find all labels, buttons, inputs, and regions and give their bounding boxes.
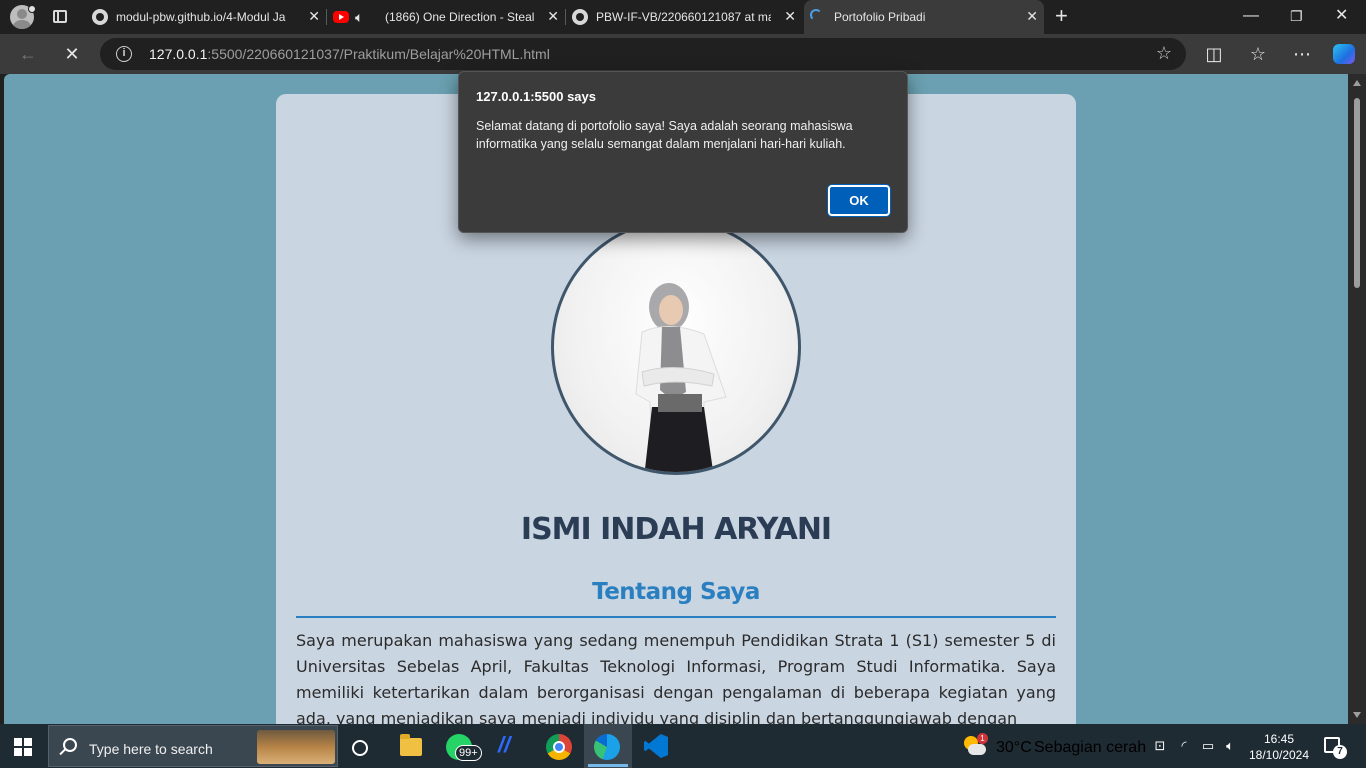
tab-actions-icon[interactable] bbox=[50, 8, 70, 26]
vscode-icon[interactable] bbox=[644, 734, 668, 758]
about-paragraph: Saya merupakan mahasiswa yang sedang men… bbox=[296, 631, 1056, 724]
favorite-star-icon[interactable]: ☆ bbox=[1156, 43, 1172, 64]
volume-icon[interactable]: 🔈︎ bbox=[1222, 738, 1238, 754]
profile-status-dot bbox=[28, 5, 36, 13]
temperature-text[interactable]: 30°C bbox=[996, 739, 1032, 757]
tab-close-icon[interactable]: ✕ bbox=[1026, 8, 1038, 24]
youtube-icon bbox=[333, 11, 349, 23]
weather-badge: 1 bbox=[977, 733, 988, 744]
tab-title: modul-pbw.github.io/4-Modul Ja bbox=[116, 10, 286, 24]
wifi-icon[interactable]: ◜ bbox=[1176, 738, 1192, 754]
about-section-title: Tentang Saya bbox=[592, 579, 760, 605]
tab-strip: modul-pbw.github.io/4-Modul Ja ✕ 🔈︎ (186… bbox=[0, 0, 1366, 34]
ok-button[interactable]: OK bbox=[828, 185, 890, 216]
battery-icon[interactable]: ▭ bbox=[1200, 738, 1216, 754]
back-icon[interactable]: ← bbox=[16, 42, 40, 66]
search-highlight-image[interactable] bbox=[257, 730, 335, 764]
windows-taskbar: Type here to search // 1 30°C Sebagian c… bbox=[0, 724, 1366, 768]
speaker-icon[interactable]: 🔈︎ bbox=[355, 9, 371, 25]
github-icon bbox=[572, 9, 588, 25]
dialog-title: 127.0.0.1:5500 says bbox=[476, 89, 596, 104]
more-options-icon[interactable]: ⋯ bbox=[1290, 42, 1314, 66]
address-bar[interactable]: i 127.0.0.1:5500/220660121037/Praktikum/… bbox=[100, 38, 1186, 70]
tab-title: Portofolio Pribadi bbox=[834, 10, 926, 24]
copilot-icon[interactable] bbox=[1332, 42, 1356, 66]
profile-photo bbox=[551, 219, 801, 475]
tab-modul-pbw[interactable]: modul-pbw.github.io/4-Modul Ja ✕ bbox=[86, 0, 326, 34]
edge-active-indicator bbox=[588, 764, 628, 767]
meet-now-icon[interactable]: ⊡ bbox=[1152, 738, 1168, 754]
app-slash-icon[interactable]: // bbox=[498, 732, 530, 764]
favorites-icon[interactable]: ☆ bbox=[1246, 42, 1270, 66]
search-icon bbox=[63, 738, 77, 752]
tab-portofolio[interactable]: Portofolio Pribadi ✕ bbox=[804, 0, 1044, 34]
page-scrollbar[interactable] bbox=[1348, 74, 1366, 724]
alert-dialog: 127.0.0.1:5500 says Selamat datang di po… bbox=[458, 71, 908, 233]
tab-youtube[interactable]: 🔈︎ (1866) One Direction - Steal My ✕ bbox=[327, 0, 565, 34]
taskbar-search-box[interactable]: Type here to search bbox=[48, 725, 338, 767]
restore-icon[interactable]: ❐ bbox=[1290, 5, 1303, 27]
tab-close-icon[interactable]: ✕ bbox=[308, 8, 320, 24]
tab-pbw-github[interactable]: PBW-IF-VB/220660121087 at mai ✕ bbox=[566, 0, 802, 34]
stop-loading-icon[interactable]: ✕ bbox=[60, 42, 84, 66]
profile-photo-figure bbox=[635, 283, 727, 472]
close-window-icon[interactable]: ✕ bbox=[1335, 5, 1348, 27]
search-placeholder: Type here to search bbox=[89, 741, 213, 757]
whatsapp-unread-badge: 99+ bbox=[455, 745, 482, 761]
dialog-message: Selamat datang di portofolio saya! Saya … bbox=[476, 119, 853, 151]
loading-spinner-icon bbox=[810, 9, 822, 21]
browser-toolbar: ← ✕ i 127.0.0.1:5500/220660121037/Prakti… bbox=[0, 34, 1366, 74]
scroll-down-icon[interactable] bbox=[1353, 712, 1361, 718]
chrome-icon[interactable] bbox=[546, 734, 572, 760]
new-tab-button[interactable]: + bbox=[1055, 5, 1068, 27]
section-divider bbox=[296, 616, 1056, 618]
url-text[interactable]: 127.0.0.1:5500/220660121037/Praktikum/Be… bbox=[149, 46, 550, 62]
tab-title: (1866) One Direction - Steal My bbox=[385, 10, 535, 24]
weather-text[interactable]: Sebagian cerah bbox=[1034, 739, 1146, 757]
system-clock[interactable]: 16:45 18/10/2024 bbox=[1248, 731, 1310, 763]
notification-count-badge: 7 bbox=[1333, 745, 1347, 759]
file-explorer-icon[interactable] bbox=[400, 734, 422, 756]
scrollbar-thumb[interactable] bbox=[1354, 98, 1360, 288]
tab-title: PBW-IF-VB/220660121087 at mai bbox=[596, 10, 771, 24]
split-screen-icon[interactable]: ◫ bbox=[1202, 42, 1226, 66]
site-info-icon[interactable]: i bbox=[116, 46, 132, 62]
clock-date: 18/10/2024 bbox=[1248, 748, 1310, 762]
github-icon bbox=[92, 9, 108, 25]
edge-icon[interactable] bbox=[594, 734, 620, 760]
clock-time: 16:45 bbox=[1263, 732, 1295, 746]
minimize-icon[interactable]: — bbox=[1243, 5, 1259, 27]
weather-icon[interactable]: 1 bbox=[964, 733, 988, 756]
scroll-up-icon[interactable] bbox=[1353, 80, 1361, 86]
windows-start-icon[interactable] bbox=[14, 738, 32, 756]
tab-close-icon[interactable]: ✕ bbox=[784, 8, 796, 24]
profile-name: ISMI INDAH ARYANI bbox=[520, 512, 832, 547]
tab-close-icon[interactable]: ✕ bbox=[547, 8, 559, 24]
cortana-icon[interactable] bbox=[352, 740, 368, 756]
